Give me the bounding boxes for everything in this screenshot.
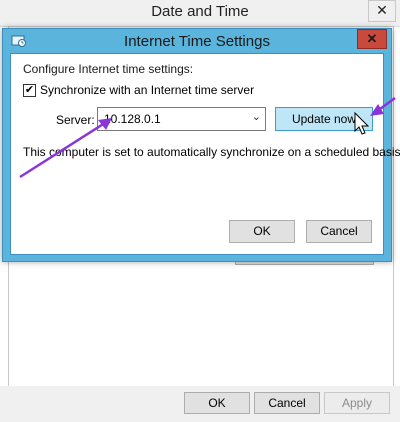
checkmark-icon: ✔ xyxy=(24,84,35,96)
update-now-button[interactable]: Update now xyxy=(275,107,373,131)
dialog-title: Internet Time Settings xyxy=(124,33,270,50)
parent-close-button[interactable]: ✕ xyxy=(368,0,396,22)
dialog-close-button[interactable]: ✕ xyxy=(357,29,387,49)
dialog-titlebar[interactable]: Internet Time Settings ✕ xyxy=(3,29,391,53)
parent-titlebar: Date and Time ✕ xyxy=(0,0,400,27)
sync-checkbox-label: Synchronize with an Internet time server xyxy=(40,83,255,97)
sync-checkbox[interactable]: ✔ xyxy=(23,84,36,97)
parent-cancel-button[interactable]: Cancel xyxy=(254,392,320,414)
parent-ok-button[interactable]: OK xyxy=(184,392,250,414)
close-icon: ✕ xyxy=(376,2,388,18)
dialog-content: Configure Internet time settings: ✔ Sync… xyxy=(10,53,400,255)
server-label: Server: xyxy=(56,113,95,127)
server-value[interactable]: 10.128.0.1 xyxy=(104,112,161,126)
internet-time-settings-dialog: Internet Time Settings ✕ Configure Inter… xyxy=(2,28,400,262)
dialog-ok-button[interactable]: OK xyxy=(229,220,295,243)
parent-window-title: Date and Time xyxy=(151,3,249,20)
chevron-down-icon[interactable]: ⌄ xyxy=(252,110,261,123)
dialog-cancel-button[interactable]: Cancel xyxy=(306,220,372,243)
close-icon: ✕ xyxy=(366,31,378,46)
server-combobox[interactable]: 10.128.0.1 ⌄ xyxy=(97,107,266,131)
sync-info-text: This computer is set to automatically sy… xyxy=(23,145,400,159)
parent-apply-button[interactable]: Apply xyxy=(324,392,390,414)
settings-heading: Configure Internet time settings: xyxy=(23,62,194,76)
